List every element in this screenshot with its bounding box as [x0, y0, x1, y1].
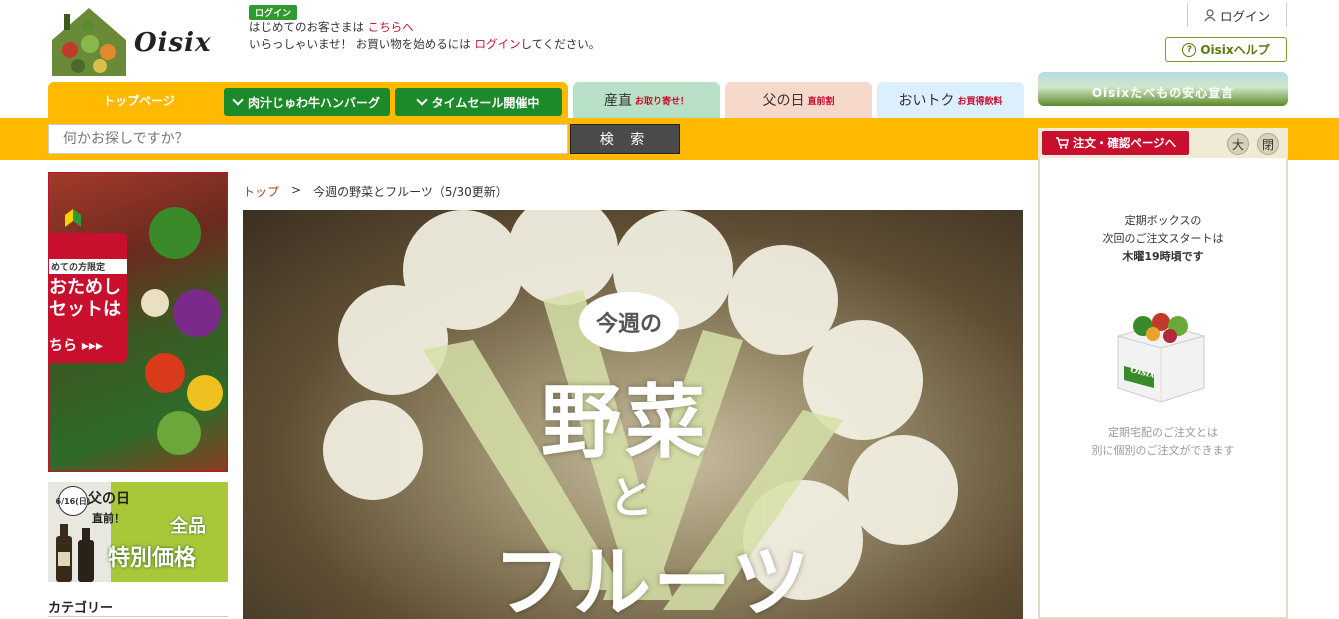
- tab-label: 父の日: [762, 93, 805, 109]
- trial-set-banner[interactable]: めての方限定 おためしセットは ちら ▸▸▸: [48, 172, 228, 472]
- search-button[interactable]: 検 索: [570, 124, 680, 154]
- promo-strip: めての方限定: [49, 259, 127, 274]
- hero-title-fruits: フルーツ: [493, 538, 812, 619]
- login-badge: ログイン: [249, 5, 298, 20]
- beer-bottles-icon: [56, 524, 94, 582]
- breadcrumb: トップ > 今週の野菜とフルーツ（5/30更新）: [243, 183, 508, 200]
- vegetables-photo: [141, 207, 223, 455]
- delivery-line: 定期ボックスの: [1124, 214, 1202, 227]
- tab-fathers-day[interactable]: 父の日 直前割: [725, 82, 872, 118]
- divider: [48, 616, 228, 617]
- hamburg-button[interactable]: 肉汁じゅわ牛ハンバーグ: [224, 88, 390, 116]
- note-line: 別に個別のご注文ができます: [1091, 444, 1235, 457]
- tab-sub: お取り寄せ！: [634, 96, 689, 107]
- hero-bubble: 今週の: [579, 292, 679, 352]
- greeting-text: いらっしゃいませ！ お買い物を始めるには: [249, 37, 475, 51]
- date-badge: 6/16(日): [56, 486, 90, 516]
- beginner-mark-icon: [65, 209, 81, 227]
- delivery-line: 木曜19時頃です: [1122, 250, 1204, 263]
- tab-label: おいトク: [898, 93, 955, 109]
- new-customer-link[interactable]: こちらへ: [368, 20, 414, 34]
- promo2-all: 全品: [170, 516, 206, 537]
- promo2-price: 特別価格: [108, 546, 197, 571]
- fathers-day-banner[interactable]: 6/16(日) 父の日 直前！ 全品 特別価格: [48, 482, 228, 582]
- oisix-logo-icon[interactable]: [50, 6, 128, 78]
- tab-oitoku[interactable]: おいトク お買得飲料: [877, 82, 1024, 118]
- top-login-button[interactable]: ログイン: [1187, 3, 1287, 27]
- user-icon: [1204, 8, 1216, 21]
- timesale-button[interactable]: タイムセール開催中: [395, 88, 562, 116]
- category-heading: カテゴリー: [48, 601, 114, 616]
- delivery-line: 次回のご注文スタートは: [1102, 232, 1224, 245]
- timesale-label: タイムセール開催中: [431, 95, 540, 110]
- size-large-button[interactable]: 大: [1227, 133, 1249, 155]
- breadcrumb-current: 今週の野菜とフルーツ（5/30更新）: [313, 185, 508, 199]
- search-input[interactable]: [48, 124, 568, 154]
- breadcrumb-separator: >: [291, 183, 302, 197]
- greeting-text: はじめてのお客さまは: [249, 20, 368, 34]
- cart-icon: [1055, 137, 1069, 149]
- greeting-login: いらっしゃいませ！ お買い物を始めるには ログインしてください。: [249, 36, 600, 52]
- tab-sub: お買得飲料: [957, 96, 1003, 107]
- help-label: Oisixヘルプ: [1200, 43, 1270, 57]
- help-button[interactable]: ? Oisixヘルプ: [1165, 37, 1287, 62]
- chevron-down-icon: [232, 94, 244, 106]
- promo-cta: ちら ▸▸▸: [49, 338, 103, 354]
- anzen-banner[interactable]: Oisixたべもの安心宣言: [1038, 72, 1288, 106]
- nav-top-page[interactable]: トップページ: [56, 82, 222, 118]
- logo-text[interactable]: Oisix: [134, 28, 212, 58]
- tab-sub: 直前割: [807, 96, 835, 107]
- promo-title: おためしセットは: [49, 277, 121, 320]
- delivery-info: 定期ボックスの 次回のご注文スタートは 木曜19時頃です: [1040, 212, 1286, 266]
- question-icon: ?: [1182, 42, 1197, 57]
- hamburg-label: 肉汁じゅわ牛ハンバーグ: [247, 95, 380, 110]
- hero-title-vegetables: 野菜: [541, 376, 709, 469]
- vegetable-box-icon: Oisix: [1098, 296, 1224, 406]
- promo2-title: 父の日: [88, 491, 130, 507]
- delivery-note: 定期宅配のご注文とは 別に個別のご注文ができます: [1040, 424, 1286, 460]
- close-panel-button[interactable]: 閉: [1257, 133, 1279, 155]
- hero-title-and: と: [609, 473, 653, 524]
- login-link[interactable]: ログイン: [474, 37, 520, 51]
- hero-banner[interactable]: 今週の 野菜 と フルーツ: [243, 210, 1023, 619]
- chevron-down-icon: [415, 94, 428, 106]
- greeting-new-customer: はじめてのお客さまは こちらへ: [249, 19, 414, 35]
- tab-sanchoku[interactable]: 産直 お取り寄せ！: [573, 82, 720, 118]
- top-login-label: ログイン: [1219, 8, 1270, 24]
- order-confirm-label: 注文・確認ページへ: [1072, 136, 1177, 150]
- note-line: 定期宅配のご注文とは: [1108, 426, 1218, 439]
- breadcrumb-home[interactable]: トップ: [243, 183, 279, 200]
- tab-label: 産直: [603, 93, 632, 109]
- order-confirm-button[interactable]: 注文・確認ページへ: [1042, 131, 1189, 155]
- greeting-text: してください。: [520, 37, 601, 51]
